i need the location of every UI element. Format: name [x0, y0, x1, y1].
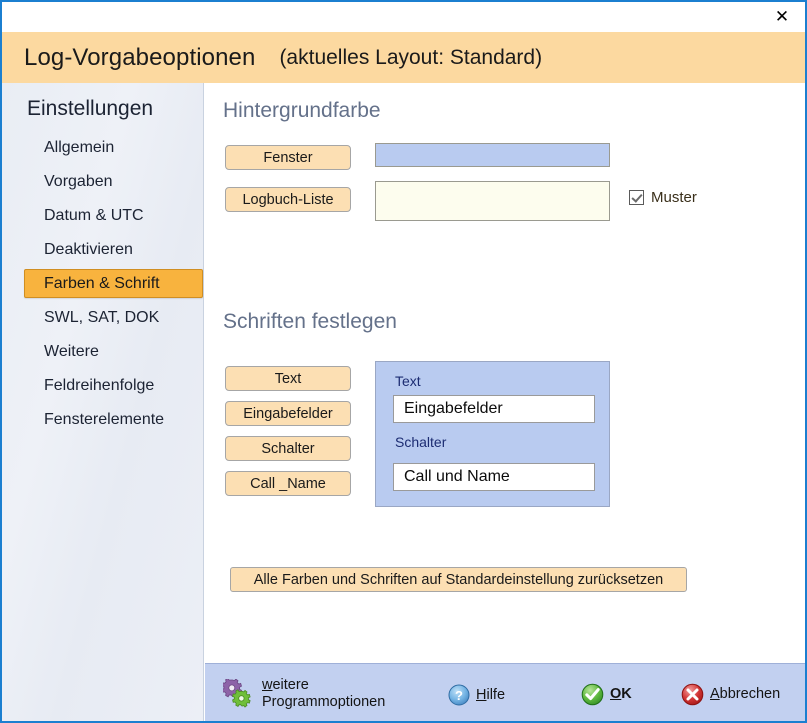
content-panel: Hintergrundfarbe Fenster Logbuch-Liste M… — [205, 83, 805, 663]
font-text-button[interactable]: Text — [225, 366, 351, 391]
x-circle-icon — [681, 683, 704, 706]
question-mark-icon: ? — [448, 684, 470, 706]
section-heading-schriften: Schriften festlegen — [223, 310, 397, 333]
font-call-name-button[interactable]: Call _Name — [225, 471, 351, 496]
sidebar-item-allgemein[interactable]: Allgemein — [24, 133, 203, 162]
sidebar-heading: Einstellungen — [27, 97, 154, 120]
weitere-programmoptionen-button[interactable]: weitere Programmoptionen — [223, 677, 385, 711]
ok-rest: K — [621, 686, 632, 702]
sidebar-item-swl-sat-dok[interactable]: SWL, SAT, DOK — [24, 303, 203, 332]
sidebar-item-farben-schrift[interactable]: Farben & Schrift — [24, 269, 203, 298]
sidebar-item-label: Datum & UTC — [44, 206, 144, 224]
help-label: Hilfe — [476, 687, 505, 704]
weitere-programmoptionen-label: weitere Programmoptionen — [262, 677, 385, 711]
ok-mnemonic: O — [610, 686, 622, 702]
ok-button[interactable]: OK — [581, 683, 632, 706]
muster-checkbox[interactable]: Muster — [629, 189, 697, 206]
fenster-color-button[interactable]: Fenster — [225, 145, 351, 170]
section-heading-hintergrundfarbe: Hintergrundfarbe — [223, 99, 381, 122]
dialog-header: Log-Vorgabeoptionen (aktuelles Layout: S… — [2, 32, 805, 83]
preview-input-call-name[interactable]: Call und Name — [393, 463, 595, 491]
sidebar-item-datum-utc[interactable]: Datum & UTC — [24, 201, 203, 230]
checkbox-checked-icon[interactable] — [629, 190, 644, 205]
cancel-button[interactable]: Abbrechen — [681, 683, 780, 706]
cancel-label: Abbrechen — [710, 686, 780, 703]
header-subtitle: (aktuelles Layout: Standard) — [279, 45, 543, 69]
sidebar-item-label: Deaktivieren — [44, 240, 133, 258]
font-preview-panel: Text Eingabefelder Schalter Call und Nam… — [375, 361, 610, 507]
svg-text:?: ? — [455, 688, 463, 703]
options-mnemonic: w — [262, 677, 273, 693]
cancel-mnemonic: A — [710, 686, 720, 702]
sidebar-item-label: Allgemein — [44, 138, 115, 156]
sidebar-item-vorgaben[interactable]: Vorgaben — [24, 167, 203, 196]
sidebar-item-weitere[interactable]: Weitere — [24, 337, 203, 366]
sidebar-item-label: SWL, SAT, DOK — [44, 308, 160, 326]
font-eingabefelder-button[interactable]: Eingabefelder — [225, 401, 351, 426]
cancel-rest: bbrechen — [719, 686, 781, 702]
sidebar-item-feldreihenfolge[interactable]: Feldreihenfolge — [24, 371, 203, 400]
preview-label-schalter: Schalter — [395, 434, 447, 450]
bottom-toolbar: weitere Programmoptionen ? Hilfe OK Abbr… — [205, 663, 805, 721]
sidebar-item-label: Vorgaben — [44, 172, 113, 190]
sidebar-item-fensterelemente[interactable]: Fensterelemente — [24, 405, 203, 434]
help-button[interactable]: ? Hilfe — [448, 684, 505, 706]
options-line1-rest: eitere — [272, 677, 309, 693]
title-bar: ✕ — [2, 2, 805, 32]
check-circle-icon — [581, 683, 604, 706]
preview-label-text: Text — [395, 373, 421, 389]
help-rest: ilfe — [486, 686, 506, 703]
page-title: Log-Vorgabeoptionen — [24, 43, 256, 71]
fenster-color-swatch[interactable] — [375, 143, 610, 167]
preview-input-eingabefelder[interactable]: Eingabefelder — [393, 395, 595, 423]
reset-all-button[interactable]: Alle Farben und Schriften auf Standardei… — [230, 567, 687, 592]
muster-label: Muster — [651, 189, 697, 206]
sidebar-item-deaktivieren[interactable]: Deaktivieren — [24, 235, 203, 264]
sidebar: Einstellungen Allgemein Vorgaben Datum &… — [2, 83, 204, 721]
options-dialog: ✕ Log-Vorgabeoptionen (aktuelles Layout:… — [0, 0, 807, 723]
options-line2: Programmoptionen — [262, 694, 386, 710]
ok-label: OK — [610, 686, 632, 703]
close-icon[interactable]: ✕ — [759, 2, 805, 32]
sidebar-item-label: Feldreihenfolge — [44, 376, 155, 394]
sidebar-item-label: Farben & Schrift — [44, 274, 160, 292]
font-schalter-button[interactable]: Schalter — [225, 436, 351, 461]
logbuch-liste-color-swatch[interactable] — [375, 181, 610, 221]
sidebar-item-label: Weitere — [44, 342, 99, 360]
sidebar-item-label: Fensterelemente — [44, 410, 165, 428]
gears-icon — [223, 679, 253, 709]
logbuch-liste-color-button[interactable]: Logbuch-Liste — [225, 187, 351, 212]
help-mnemonic: H — [476, 686, 487, 703]
